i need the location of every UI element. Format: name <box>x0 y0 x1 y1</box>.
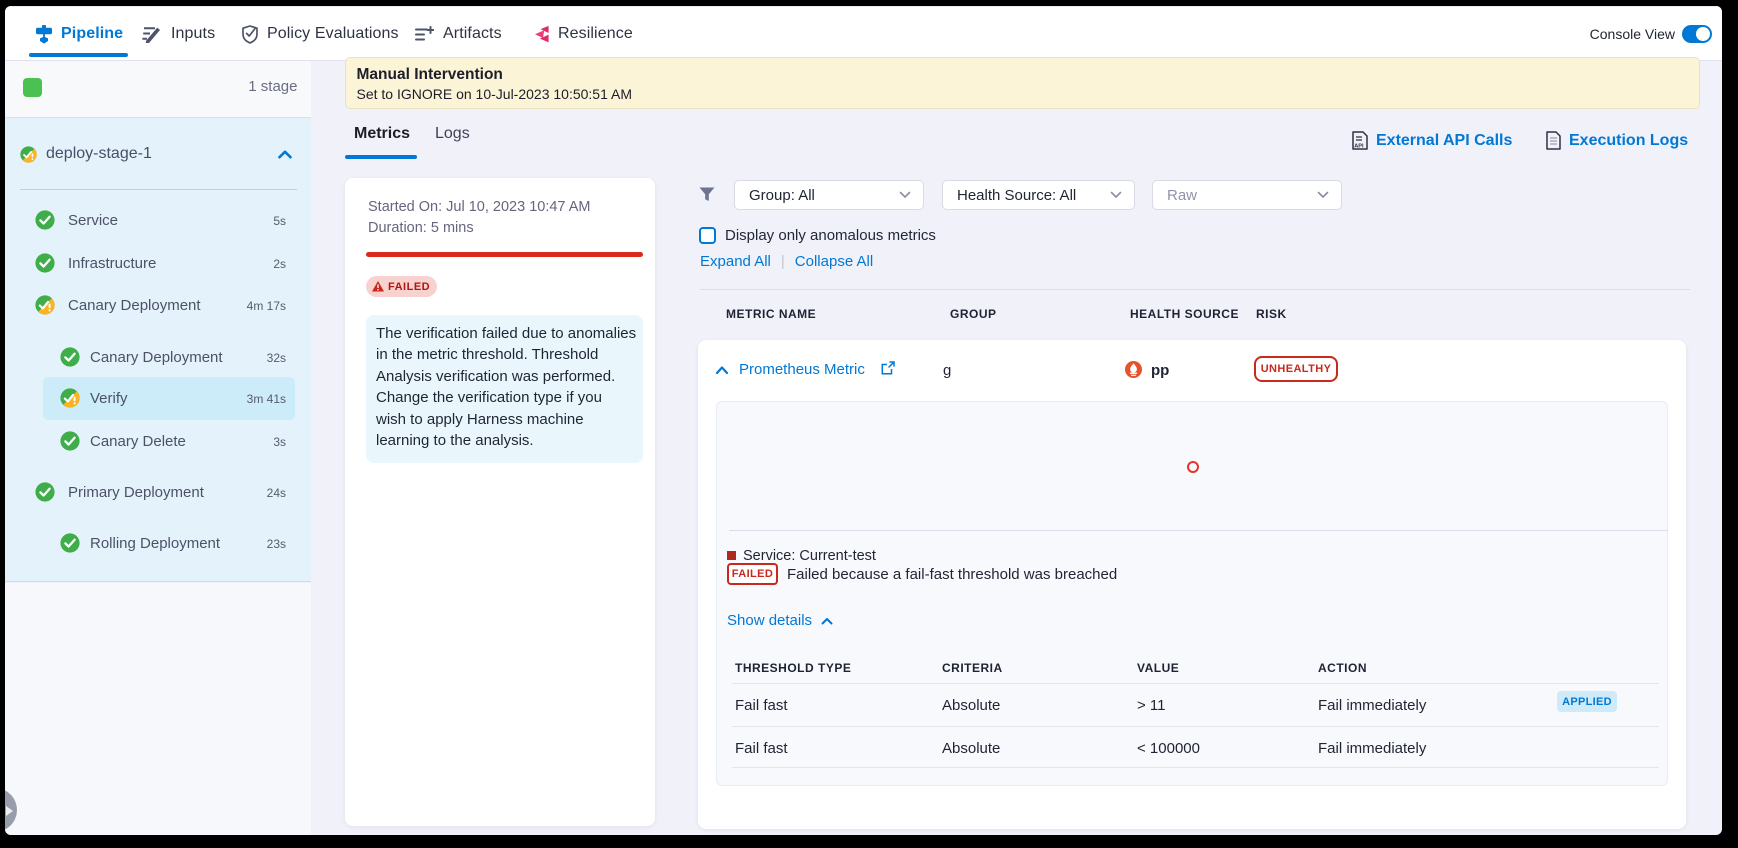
svg-text:API: API <box>1354 143 1364 149</box>
